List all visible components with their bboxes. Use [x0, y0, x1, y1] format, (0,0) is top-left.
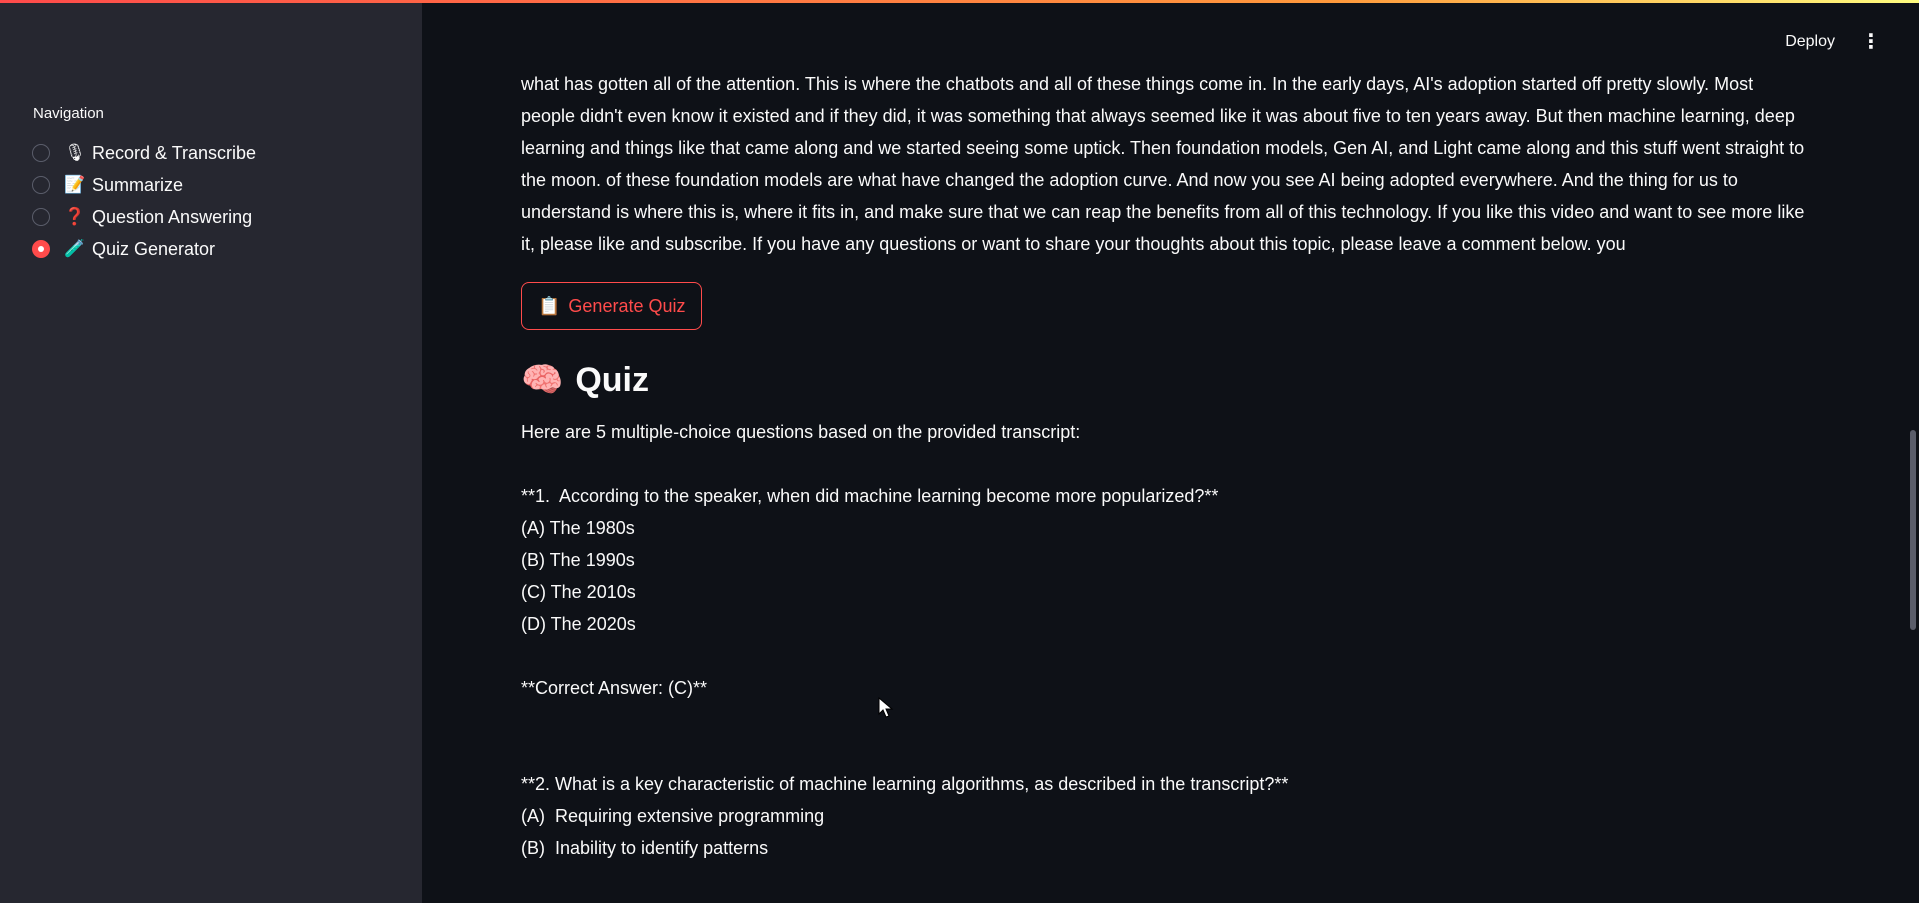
brain-icon: 🧠: [521, 361, 564, 399]
test-tube-icon: 🧪: [64, 239, 86, 258]
nav-item-label: Summarize: [92, 174, 184, 195]
q2-option-b: (B) Inability to identify patterns: [521, 838, 769, 858]
nav-item-label: Quiz Generator: [92, 238, 216, 259]
quiz-heading-text: Quiz: [575, 360, 650, 399]
kebab-menu-icon[interactable]: ⋮: [1861, 32, 1881, 52]
sidebar: Navigation 🎙 Record & Transcribe 📝 Summa…: [0, 0, 422, 903]
nav-radio-group: 🎙 Record & Transcribe 📝 Summarize ❓ Ques…: [32, 137, 256, 265]
nav-item-record-transcribe[interactable]: 🎙 Record & Transcribe: [32, 137, 256, 169]
generate-quiz-button[interactable]: 📋 Generate Quiz: [521, 282, 703, 330]
nav-item-summarize[interactable]: 📝 Summarize: [32, 169, 256, 201]
deploy-button[interactable]: Deploy: [1785, 33, 1835, 51]
q1-correct-answer: **Correct Answer: (C)**: [521, 678, 708, 698]
q1-option-c: (C) The 2010s: [521, 582, 636, 602]
radio-button[interactable]: [32, 208, 50, 226]
q2-option-a: (A) Requiring extensive programming: [521, 806, 825, 826]
quiz-heading: 🧠 Quiz: [521, 360, 1919, 400]
q1-option-d: (D) The 2020s: [521, 614, 636, 634]
quiz-output: Here are 5 multiple-choice questions bas…: [521, 416, 1919, 864]
clipboard-icon: 📋: [538, 295, 561, 316]
content-column: what has gotten all of the attention. Th…: [521, 68, 1919, 864]
question-2: **2. What is a key characteristic of mac…: [521, 774, 1289, 794]
memo-icon: 📝: [64, 175, 86, 194]
radio-button[interactable]: [32, 176, 50, 194]
top-decoration-bar: [0, 0, 1919, 3]
transcript-text: what has gotten all of the attention. Th…: [521, 74, 1805, 254]
quiz-intro: Here are 5 multiple-choice questions bas…: [521, 422, 1081, 442]
question-mark-icon: ❓: [64, 207, 86, 226]
nav-item-quiz-generator[interactable]: 🧪 Quiz Generator: [32, 233, 256, 265]
generate-quiz-label: Generate Quiz: [568, 295, 686, 316]
header-toolbar: Deploy ⋮: [1785, 32, 1881, 52]
question-1: **1. According to the speaker, when did …: [521, 486, 1219, 506]
radio-button[interactable]: [32, 144, 50, 162]
q1-option-b: (B) The 1990s: [521, 550, 635, 570]
nav-item-label: Question Answering: [92, 206, 253, 227]
nav-item-question-answering[interactable]: ❓ Question Answering: [32, 201, 256, 233]
q1-option-a: (A) The 1980s: [521, 518, 635, 538]
vertical-scrollbar[interactable]: [1910, 430, 1916, 630]
microphone-icon: 🎙: [64, 143, 86, 162]
mouse-cursor-icon: [878, 697, 894, 718]
main-area: Deploy ⋮ what has gotten all of the atte…: [422, 0, 1919, 903]
radio-button-selected[interactable]: [32, 240, 50, 258]
nav-item-label: Record & Transcribe: [92, 142, 257, 163]
nav-title: Navigation: [33, 105, 104, 122]
